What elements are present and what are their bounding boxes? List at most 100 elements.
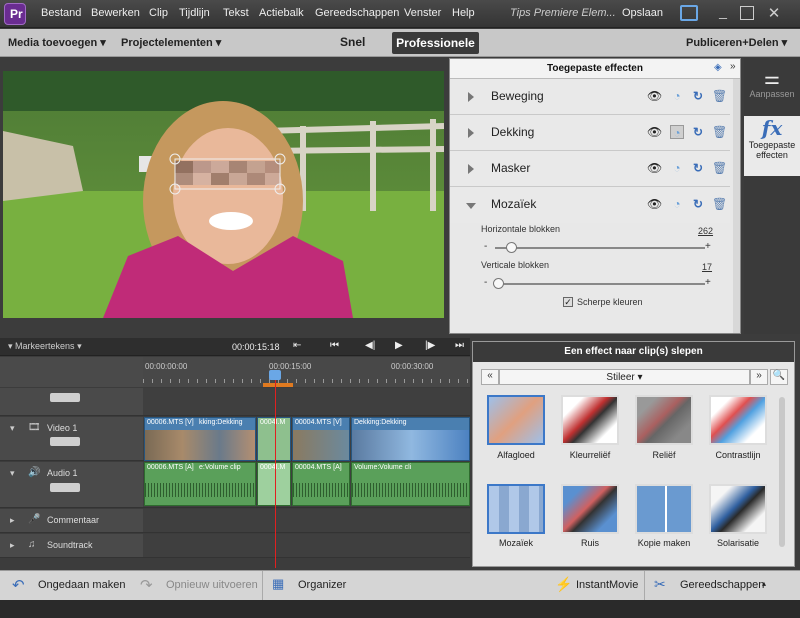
trash-icon[interactable]: 🗑	[712, 125, 727, 139]
vertical-blocks-slider[interactable]	[493, 278, 504, 289]
trash-icon[interactable]: 🗑	[712, 89, 727, 103]
mode-quick-tab[interactable]: Snel	[340, 35, 365, 49]
effect-row-mozaiek[interactable]: Mozaïek 👁 ◔ ↻ 🗑	[450, 187, 730, 223]
vertical-blocks-value[interactable]: 17	[702, 262, 712, 272]
eye-icon[interactable]: 👁	[647, 161, 662, 175]
eye-icon[interactable]: 👁	[647, 89, 662, 103]
reset-icon[interactable]: ↻	[691, 89, 705, 103]
vertical-blocks-track[interactable]	[495, 283, 705, 285]
track-controls[interactable]	[50, 437, 80, 446]
organizer-button[interactable]: Organizer	[298, 579, 346, 591]
menu-help[interactable]: Help	[452, 7, 475, 19]
scroll-right-icon[interactable]: »	[750, 369, 768, 385]
effect-row-beweging[interactable]: Beweging 👁 ◔ ↻ 🗑	[450, 79, 730, 115]
redo-icon[interactable]: ↷	[140, 576, 153, 594]
track-controls[interactable]	[50, 483, 80, 492]
menu-clip[interactable]: Clip	[149, 7, 168, 19]
eye-icon[interactable]: 👁	[647, 125, 662, 139]
publish-dropdown[interactable]: Publiceren+Delen ▾	[686, 36, 787, 49]
project-elements-dropdown[interactable]: Projectelementen ▾	[121, 36, 221, 49]
stopwatch-icon[interactable]: ◔	[670, 89, 684, 103]
expand-icon[interactable]	[468, 164, 474, 174]
effect-thumb-kopie-maken[interactable]	[635, 484, 693, 534]
undo-icon[interactable]: ↶	[12, 576, 25, 594]
app-logo-icon[interactable]: Pr	[4, 3, 26, 25]
save-button[interactable]: Opslaan	[622, 7, 663, 19]
audio-clip[interactable]: 00006.MTS [A] e:Volume clip	[144, 462, 256, 506]
tools-button[interactable]: Gereedschappen	[680, 579, 764, 591]
scroll-left-icon[interactable]: «	[481, 369, 499, 385]
organizer-icon[interactable]: ▦	[272, 576, 284, 592]
horizontal-blocks-slider[interactable]	[506, 242, 517, 253]
effect-thumb-relief[interactable]	[635, 395, 693, 445]
previous-icon[interactable]: ⏮	[330, 340, 339, 351]
collapse-icon[interactable]: ▾	[10, 423, 15, 434]
effect-row-dekking[interactable]: Dekking 👁 ◔ ↻ 🗑	[450, 115, 730, 151]
sharp-colors-checkbox[interactable]: ✓	[563, 297, 573, 307]
mode-pro-tab[interactable]: Professionele	[392, 32, 479, 54]
audio-clip[interactable]: 00004.MTS [A]	[292, 462, 350, 506]
minus-icon[interactable]: -	[484, 241, 487, 252]
chevron-up-icon[interactable]: ▴	[762, 579, 766, 588]
undo-button[interactable]: Ongedaan maken	[38, 579, 125, 591]
effect-thumb-mozaiek[interactable]	[487, 484, 545, 534]
media-add-dropdown[interactable]: Media toevoegen ▾	[8, 36, 106, 49]
close-icon[interactable]: ✕	[765, 4, 783, 22]
video-clip[interactable]: Dekking:Dekking	[351, 417, 470, 461]
effect-row-masker[interactable]: Masker 👁 ◔ ↻ 🗑	[450, 151, 730, 187]
playhead-handle[interactable]	[269, 370, 281, 380]
menu-bewerken[interactable]: Bewerken	[91, 7, 140, 19]
menu-actiebalk[interactable]: Actiebalk	[259, 7, 304, 19]
trash-icon[interactable]: 🗑	[712, 161, 727, 175]
fullscreen-icon[interactable]	[680, 5, 698, 21]
maximize-icon[interactable]	[740, 6, 754, 20]
collapse-icon[interactable]: ▾	[10, 468, 15, 479]
collapse-icon[interactable]	[466, 203, 476, 209]
video-clip[interactable]: 00006.MTS [V] kking:Dekking	[144, 417, 256, 461]
next-icon[interactable]: ⏭	[455, 340, 464, 351]
stopwatch-icon[interactable]: ◔	[670, 161, 684, 175]
timecode[interactable]: 00:00:15:18	[232, 342, 280, 352]
reset-icon[interactable]: ↻	[691, 197, 705, 211]
lightning-icon[interactable]: ⚡	[555, 576, 572, 593]
minus-icon[interactable]: -	[484, 277, 487, 288]
menu-tekst[interactable]: Tekst	[223, 7, 249, 19]
stopwatch-icon[interactable]: ◔	[670, 125, 684, 140]
video-clip[interactable]: 00004.MTS [V]	[292, 417, 350, 461]
plus-icon[interactable]: +	[705, 241, 711, 252]
markers-dropdown[interactable]: ▾ Markeertekens ▾	[8, 341, 82, 352]
reset-icon[interactable]: ↻	[691, 125, 705, 139]
menu-gereedschappen[interactable]: Gereedschappen	[315, 7, 399, 19]
menu-bestand[interactable]: Bestand	[41, 7, 81, 19]
stopwatch-icon[interactable]: ◔	[670, 197, 684, 211]
step-back-icon[interactable]: ◀|	[365, 340, 375, 351]
effect-thumb-ruis[interactable]	[561, 484, 619, 534]
video-clip[interactable]: 0004I.M	[257, 417, 291, 461]
horizontal-blocks-track[interactable]	[495, 247, 705, 249]
tools-icon[interactable]: ✂	[654, 576, 666, 593]
expand-icon[interactable]: ▸	[10, 515, 15, 526]
instantmovie-button[interactable]: InstantMovie	[576, 579, 638, 591]
expand-icon[interactable]	[468, 128, 474, 138]
reset-icon[interactable]: ↻	[691, 161, 705, 175]
panel-collapse-icon[interactable]: »	[730, 61, 736, 72]
menu-venster[interactable]: Venster	[404, 7, 441, 19]
menu-tijdlijn[interactable]: Tijdlijn	[179, 7, 210, 19]
horizontal-blocks-value[interactable]: 262	[698, 226, 713, 236]
effect-thumb-kleurrelief[interactable]	[561, 395, 619, 445]
play-icon[interactable]: ▶	[395, 340, 403, 351]
redo-button[interactable]: Opnieuw uitvoeren	[166, 579, 258, 591]
adjust-tool[interactable]: ⚌ Aanpassen	[744, 68, 800, 112]
effect-thumb-alfagloed[interactable]	[487, 395, 545, 445]
browser-scrollbar[interactable]	[779, 397, 785, 547]
effect-thumb-solarisatie[interactable]	[709, 484, 767, 534]
audio-clip[interactable]: Volume:Volume cli	[351, 462, 470, 506]
go-start-icon[interactable]: ⇤	[293, 340, 301, 351]
expand-icon[interactable]	[468, 92, 474, 102]
applied-effects-tool[interactable]: fx Toegepaste effecten	[744, 116, 800, 176]
search-icon[interactable]: 🔍	[770, 369, 788, 385]
eye-icon[interactable]: 👁	[647, 197, 662, 211]
timeline-ruler[interactable]: 00:00:00:00 00:00:15:00 00:00:30:00	[143, 357, 470, 387]
expand-icon[interactable]: ▸	[10, 540, 15, 551]
effects-scrollbar[interactable]	[733, 79, 740, 333]
